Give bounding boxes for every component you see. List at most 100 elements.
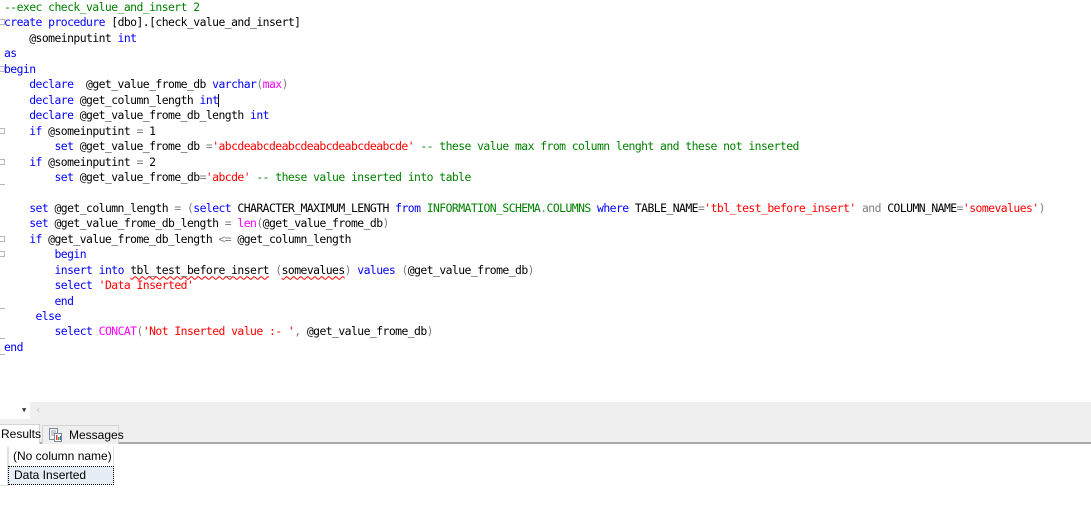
code-token: --exec check_value_and_insert 2 bbox=[4, 0, 200, 14]
code-token: values bbox=[357, 262, 396, 277]
code-token: CONCAT bbox=[98, 324, 137, 339]
code-line[interactable]: @someinputint int bbox=[0, 31, 1091, 46]
code-line[interactable]: if @someinputint = 1 bbox=[0, 124, 1091, 139]
code-token: create bbox=[4, 15, 42, 30]
code-line[interactable]: set @get_value_frome_db ='abcdeabcdeabcd… bbox=[0, 139, 1091, 154]
code-text: set @get_value_frome_db='abcde' -- these… bbox=[4, 170, 471, 185]
query-editor[interactable]: --exec check_value_and_insert 2 create pr… bbox=[0, 0, 1091, 402]
code-line[interactable]: declare @get_value_frome_db varchar(max) bbox=[0, 77, 1091, 92]
code-line[interactable]: declare @get_value_frome_db_length int bbox=[0, 108, 1091, 123]
code-token: end bbox=[4, 339, 23, 354]
code-text: set @get_value_frome_db_length = len(@ge… bbox=[4, 216, 389, 231]
column-header[interactable]: (No column name) bbox=[8, 447, 114, 466]
code-text: if @someinputint = 1 bbox=[4, 123, 156, 139]
code-text: end bbox=[4, 294, 73, 309]
code-line[interactable]: begin bbox=[0, 62, 1091, 77]
messages-icon bbox=[49, 428, 62, 442]
code-text: select 'Data Inserted' bbox=[4, 278, 193, 293]
tab-results[interactable]: Results bbox=[0, 424, 42, 444]
code-token: @get_column_length bbox=[48, 200, 175, 215]
code-token: @get_value_frome_db bbox=[300, 324, 427, 339]
code-text: --exec check_value_and_insert 2 bbox=[4, 0, 200, 15]
code-token: 'Data Inserted' bbox=[98, 278, 194, 293]
code-text: @someinputint int bbox=[4, 30, 137, 46]
code-text: else bbox=[4, 309, 62, 324]
code-line[interactable]: declare @get_column_length int bbox=[0, 93, 1091, 108]
code-token: @get_value_frome_db bbox=[73, 77, 213, 92]
code-line[interactable]: insert into tbl_test_before_insert (some… bbox=[0, 263, 1091, 278]
code-token: 'abcde' bbox=[205, 169, 251, 184]
code-token: 'Not Inserted value :- ' bbox=[142, 324, 295, 339]
code-token: if bbox=[29, 154, 42, 169]
code-token: select bbox=[193, 200, 232, 215]
code-token: len bbox=[237, 216, 257, 231]
code-token: @someinputint bbox=[4, 30, 118, 45]
code-line[interactable]: create procedure [dbo].[check_value_and_… bbox=[0, 15, 1091, 30]
editor-status-bar: ▼ ‹ bbox=[0, 402, 1091, 419]
code-token: int bbox=[199, 92, 219, 107]
code-token: select bbox=[54, 278, 93, 293]
code-token: if bbox=[29, 123, 42, 138]
code-text: set @get_column_length = (select CHARACT… bbox=[4, 201, 1045, 216]
code-line[interactable]: end bbox=[0, 294, 1091, 309]
code-line[interactable]: as bbox=[0, 46, 1091, 61]
code-line[interactable]: if @someinputint = 2 bbox=[0, 155, 1091, 170]
code-token: -- these value inserted into table bbox=[250, 169, 471, 184]
code-token: varchar bbox=[212, 77, 257, 92]
code-line[interactable]: else bbox=[0, 309, 1091, 324]
grid-cell[interactable]: Data Inserted bbox=[8, 466, 114, 485]
code-token: @get_value_frome_db bbox=[73, 139, 206, 154]
tab-messages[interactable]: Messages bbox=[42, 425, 124, 444]
chevron-down-icon: ▼ bbox=[22, 406, 27, 414]
code-text: set @get_value_frome_db ='abcdeabcdeabcd… bbox=[4, 139, 799, 154]
code-line[interactable]: set @get_column_length = (select CHARACT… bbox=[0, 201, 1091, 216]
code-token: @get_value_frome_db bbox=[407, 262, 528, 277]
tab-results-label: Results bbox=[1, 427, 42, 441]
code-token: @get_column_length bbox=[231, 231, 351, 246]
code-token: @get_value_frome_db bbox=[262, 216, 383, 231]
code-token: COLUMN_NAME bbox=[880, 200, 957, 215]
code-token: into bbox=[98, 262, 125, 277]
code-text: declare @get_value_frome_db_length int bbox=[4, 108, 269, 123]
code-line[interactable]: set @get_value_frome_db_length = len(@ge… bbox=[0, 216, 1091, 231]
code-token: end bbox=[54, 293, 74, 308]
code-token: and bbox=[861, 200, 881, 215]
code-text: if @get_value_frome_db_length <= @get_co… bbox=[4, 232, 351, 247]
code-token: somevalues bbox=[281, 262, 346, 277]
zoom-dropdown[interactable]: ▼ bbox=[0, 402, 30, 419]
code-token: declare bbox=[29, 77, 74, 92]
code-line[interactable]: select 'Data Inserted' bbox=[0, 278, 1091, 293]
code-token: begin bbox=[4, 61, 36, 76]
code-token: tbl_test_before_insert bbox=[130, 262, 269, 277]
code-text: select CONCAT('Not Inserted value :- ', … bbox=[4, 324, 433, 339]
code-line[interactable]: begin bbox=[0, 247, 1091, 262]
code-token: CHARACTER_MAXIMUM_LENGTH bbox=[231, 200, 396, 215]
code-token: if bbox=[29, 231, 42, 246]
code-token: ) bbox=[426, 324, 434, 339]
code-line[interactable]: set @get_value_frome_db='abcde' -- these… bbox=[0, 170, 1091, 185]
code-line[interactable] bbox=[0, 185, 1091, 200]
code-token: @get_value_frome_db_length bbox=[73, 108, 251, 123]
code-text: create procedure [dbo].[check_value_and_… bbox=[4, 15, 301, 30]
code-token: 2 bbox=[142, 154, 156, 169]
code-token: declare bbox=[29, 92, 74, 107]
scroll-left-icon[interactable]: ‹ bbox=[36, 403, 40, 416]
code-text: insert into tbl_test_before_insert (some… bbox=[4, 263, 534, 278]
code-token: ) bbox=[527, 262, 535, 277]
code-line[interactable]: if @get_value_frome_db_length <= @get_co… bbox=[0, 232, 1091, 247]
code-line[interactable]: --exec check_value_and_insert 2 bbox=[0, 0, 1091, 15]
code-token: @get_value_frome_db bbox=[73, 169, 200, 184]
code-token: 'abcdeabcdeabcdeabcdeabcdeabcde' bbox=[212, 139, 415, 154]
code-line[interactable]: select CONCAT('Not Inserted value :- ', … bbox=[0, 324, 1091, 340]
code-line[interactable]: end bbox=[0, 340, 1091, 355]
results-tabs: Results Messages bbox=[0, 419, 1091, 444]
tab-messages-label: Messages bbox=[69, 428, 124, 442]
code-token: procedure bbox=[48, 15, 105, 30]
